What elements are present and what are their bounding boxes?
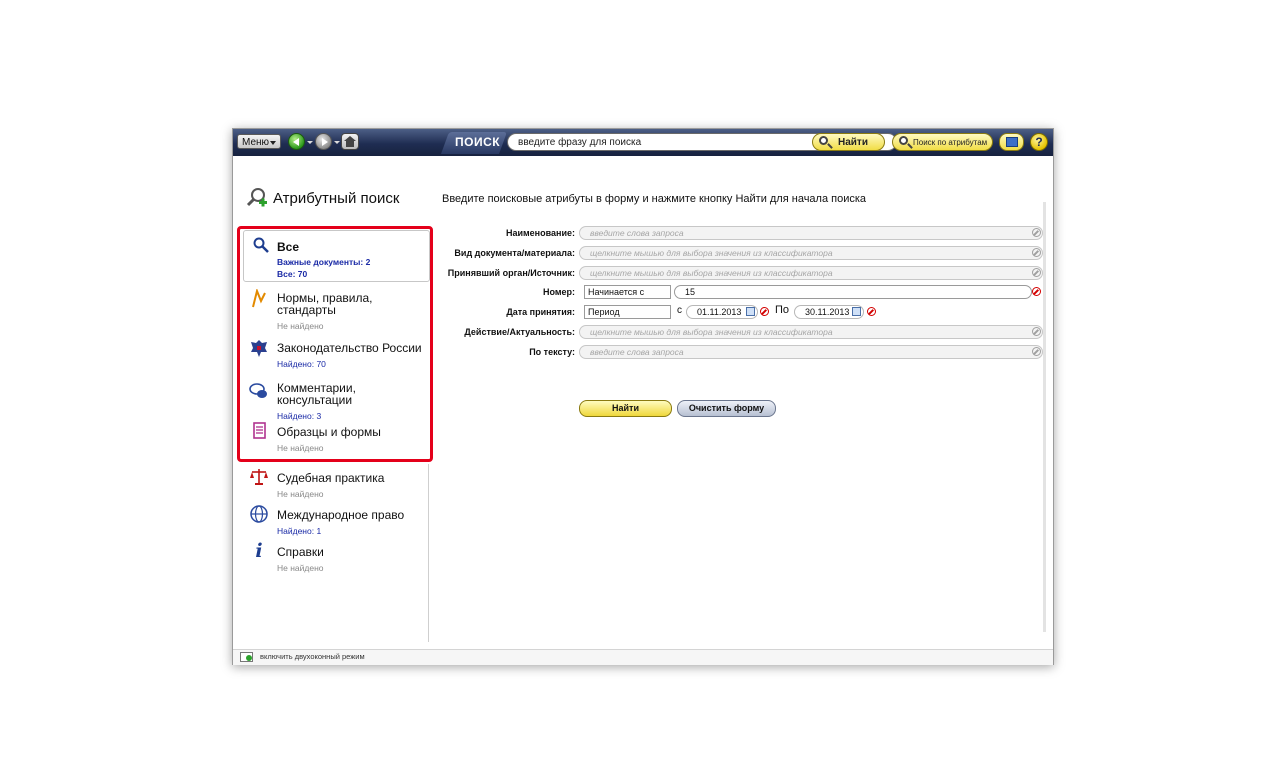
authority-label: Принявший орган/Источник:	[447, 268, 575, 278]
clear-icon[interactable]	[1032, 287, 1041, 296]
category-court-practice-name: Судебная практика	[277, 471, 385, 485]
clear-icon[interactable]	[1032, 268, 1041, 277]
toolbar: Меню ПОИСК введите фразу для поиска Найт…	[233, 129, 1053, 156]
category-references-name: Справки	[277, 545, 324, 559]
attribute-search-button-label: Поиск по атрибутам	[913, 138, 988, 147]
find-button[interactable]: Найти	[579, 400, 672, 417]
name-label: Наименование:	[505, 228, 575, 238]
number-label: Номер:	[542, 287, 575, 297]
category-court-practice[interactable]: Судебная практика Не найдено	[233, 468, 428, 500]
search-tab-label: ПОИСК	[455, 135, 501, 149]
home-icon-base	[346, 141, 354, 147]
back-button[interactable]	[288, 133, 305, 150]
menu-caret-icon	[270, 141, 276, 145]
status-bar: включить двухоконный режим	[233, 649, 1053, 665]
back-history-dropdown-icon[interactable]	[307, 141, 313, 144]
number-field[interactable]: 15	[674, 285, 1032, 299]
doc-type-field[interactable]: щелкните мышью для выбора значения из кл…	[579, 246, 1043, 260]
content-area: Атрибутный поиск Введите поисковые атриб…	[233, 156, 1053, 649]
magnifier-icon	[819, 136, 828, 145]
category-references[interactable]: i Справки Не найдено	[233, 540, 428, 574]
doc-type-label: Вид документа/материала:	[454, 248, 575, 258]
attribute-search-icon	[246, 188, 267, 207]
category-references-status: Не найдено	[277, 563, 324, 573]
dual-window-toggle[interactable]: включить двухоконный режим	[260, 652, 365, 661]
dual-window-icon[interactable]	[240, 652, 253, 662]
date-label: Дата принятия:	[506, 307, 575, 317]
authority-field[interactable]: щелкните мышью для выбора значения из кл…	[579, 266, 1043, 280]
name-field[interactable]: введите слова запроса	[579, 226, 1043, 240]
scales-icon	[250, 469, 268, 485]
panel-title: Атрибутный поиск	[273, 190, 400, 207]
clear-icon[interactable]	[1032, 248, 1041, 257]
highlight-frame	[237, 226, 433, 462]
calendar-icon[interactable]	[746, 307, 755, 316]
calendar-icon[interactable]	[852, 307, 861, 316]
clear-icon[interactable]	[760, 307, 769, 316]
category-international-law[interactable]: Международное право Найдено: 1	[233, 505, 428, 537]
clear-icon[interactable]	[867, 307, 876, 316]
find-button-top[interactable]: Найти	[812, 133, 885, 151]
attribute-search-button[interactable]: Поиск по атрибутам	[892, 133, 993, 151]
settings-button[interactable]	[999, 133, 1024, 151]
forward-history-dropdown-icon[interactable]	[334, 141, 340, 144]
help-icon: ?	[1035, 135, 1043, 149]
forward-button[interactable]	[315, 133, 332, 150]
attr-search-icon	[899, 136, 908, 145]
menu-button-label: Меню	[242, 137, 270, 148]
clear-icon[interactable]	[1032, 327, 1041, 336]
settings-icon	[1006, 137, 1018, 147]
text-field[interactable]: введите слова запроса	[579, 345, 1043, 359]
category-court-practice-status: Не найдено	[277, 489, 324, 499]
app-window: Меню ПОИСК введите фразу для поиска Найт…	[232, 128, 1054, 665]
category-international-law-name: Международное право	[277, 508, 405, 522]
date-mode-select[interactable]: Период	[584, 305, 671, 319]
back-arrow-icon	[293, 138, 299, 146]
clear-icon[interactable]	[1032, 347, 1041, 356]
instruction-text: Введите поисковые атрибуты в форму и наж…	[442, 193, 867, 205]
date-from-prefix: с	[677, 305, 682, 316]
clear-form-button[interactable]: Очистить форму	[677, 400, 776, 417]
info-icon: i	[255, 540, 263, 562]
scrollbar[interactable]	[1043, 202, 1046, 632]
text-label: По тексту:	[529, 347, 575, 357]
number-mode-select[interactable]: Начинается с	[584, 285, 671, 299]
status-label: Действие/Актуальность:	[464, 327, 575, 337]
date-to-prefix: По	[775, 304, 790, 316]
category-international-law-status[interactable]: Найдено: 1	[277, 526, 321, 536]
forward-arrow-icon	[322, 138, 328, 146]
sidebar-divider	[428, 464, 429, 642]
clear-icon[interactable]	[1032, 228, 1041, 237]
find-button-top-label: Найти	[838, 137, 868, 148]
help-button[interactable]: ?	[1030, 133, 1048, 151]
globe-icon	[250, 505, 268, 523]
menu-button[interactable]: Меню	[237, 134, 281, 149]
status-field[interactable]: щелкните мышью для выбора значения из кл…	[579, 325, 1043, 339]
home-button[interactable]	[341, 133, 359, 150]
